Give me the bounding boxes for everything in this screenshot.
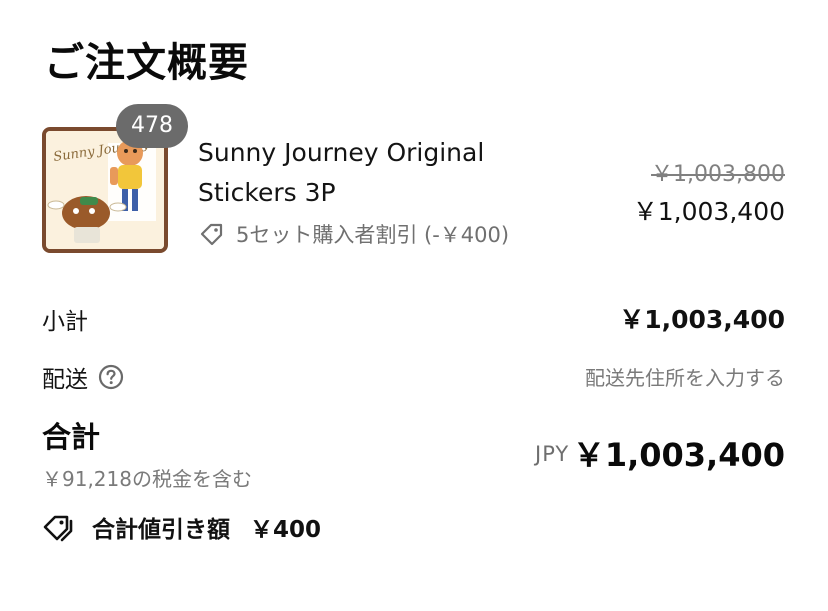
current-price: ￥1,003,400	[632, 197, 785, 226]
tag-icon	[42, 512, 74, 542]
subtotal-label: 小計	[42, 309, 88, 335]
product-discount-label: 5セット購入者割引 (-￥400)	[236, 223, 510, 247]
quantity-badge: 478	[116, 104, 188, 148]
total-value: ￥1,003,400	[572, 436, 785, 474]
shipping-label: 配送	[42, 367, 88, 393]
original-price: ￥1,003,800	[651, 162, 785, 187]
currency-code: JPY	[535, 442, 570, 466]
total-label: 合計	[42, 420, 101, 454]
subtotal-value: ￥1,003,400	[619, 305, 785, 334]
tag-icon	[200, 223, 223, 246]
shipping-row: 配送	[42, 360, 124, 394]
order-summary-title: ご注文概要	[44, 40, 249, 86]
sticker-artwork: Sunny Journey	[46, 131, 164, 249]
total-savings-value: ￥400	[250, 517, 322, 543]
total-savings-label: 合計値引き額	[92, 517, 230, 543]
product-discount: 5セット購入者割引 (-￥400)	[198, 219, 509, 249]
tax-note: ￥91,218の税金を含む	[42, 467, 252, 491]
total-savings-row: 合計値引き額 ￥400	[42, 510, 321, 544]
shipping-value: 配送先住所を入力する	[585, 366, 785, 390]
help-circle-icon[interactable]	[98, 364, 124, 390]
product-name: Sunny Journey Original Stickers 3P	[198, 138, 485, 207]
